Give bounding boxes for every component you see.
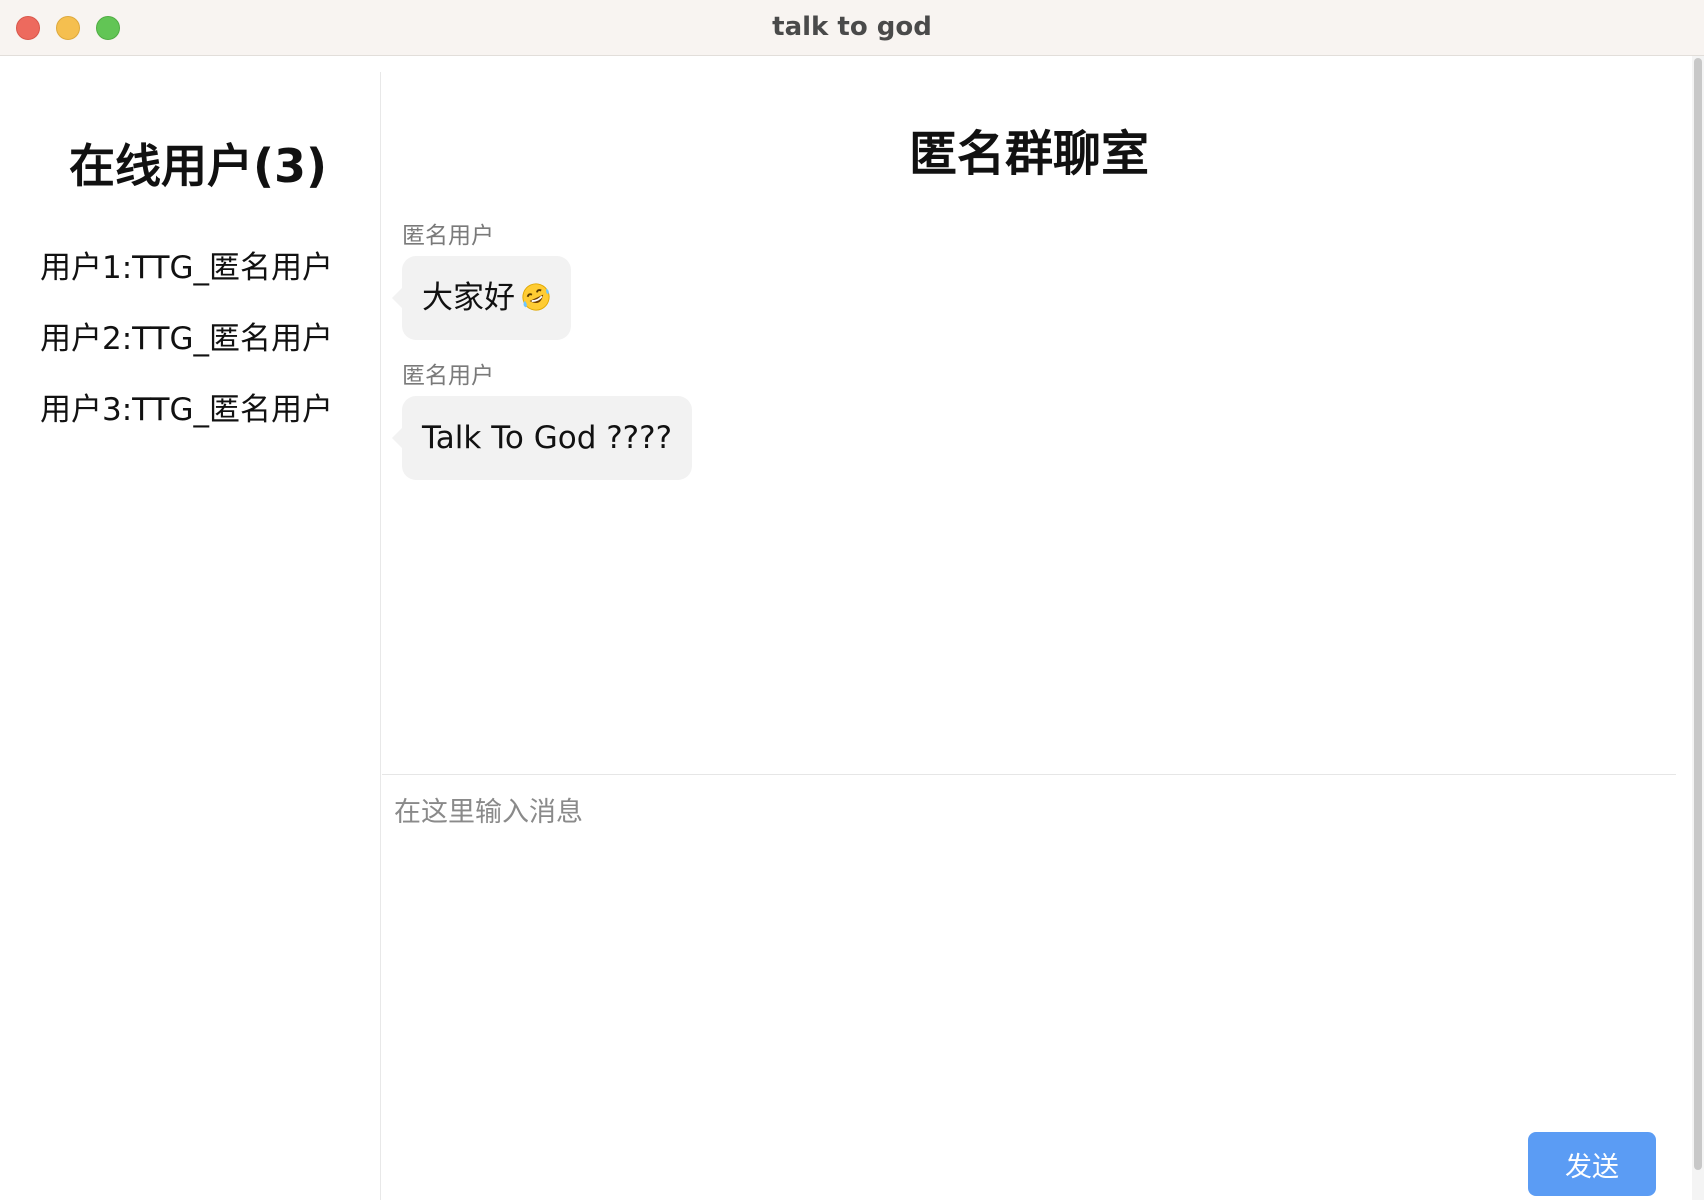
user-list-item: 用户2:TTG_匿名用户	[40, 321, 334, 357]
message-item: 匿名用户 Talk To God ????	[391, 360, 1602, 480]
message-item: 匿名用户 大家好	[392, 220, 1602, 340]
message-list: 匿名用户 大家好 匿名用户 Talk To God ????	[391, 220, 1602, 500]
scrollbar-thumb[interactable]	[1694, 58, 1702, 1170]
message-text: 大家好	[422, 280, 515, 316]
rofl-emoji-icon	[522, 283, 550, 311]
message-sender: 匿名用户	[402, 223, 494, 249]
user-list-item: 用户3:TTG_匿名用户	[40, 392, 334, 428]
message-bubble: 大家好	[392, 256, 571, 340]
message-bubble: Talk To God ????	[391, 396, 693, 480]
chat-panel: 匿名群聊室 匿名用户 大家好 匿名用户 Talk To God ???? 在这里…	[382, 56, 1676, 1200]
chat-room-title: 匿名群聊室	[908, 126, 1149, 182]
title-bar[interactable]: talk to god	[0, 0, 1704, 56]
user-list: 用户1:TTG_匿名用户 用户2:TTG_匿名用户 用户3:TTG_匿名用户	[40, 242, 333, 455]
app-window: talk to god 在线用户(3) 用户1:TTG_匿名用户 用户2:TTG…	[0, 0, 1704, 1200]
message-input[interactable]	[390, 786, 1660, 1086]
send-button[interactable]: 发送	[1528, 1132, 1656, 1196]
window-scrollbar[interactable]	[1692, 56, 1704, 1200]
composer-divider	[382, 774, 1676, 775]
message-sender: 匿名用户	[402, 363, 494, 389]
online-users-title: 在线用户(3)	[68, 139, 328, 193]
user-list-item: 用户1:TTG_匿名用户	[40, 250, 334, 286]
window-title: talk to god	[772, 12, 932, 42]
online-users-sidebar: 在线用户(3) 用户1:TTG_匿名用户 用户2:TTG_匿名用户 用户3:TT…	[0, 72, 381, 1200]
message-text: Talk To God ????	[422, 420, 673, 456]
